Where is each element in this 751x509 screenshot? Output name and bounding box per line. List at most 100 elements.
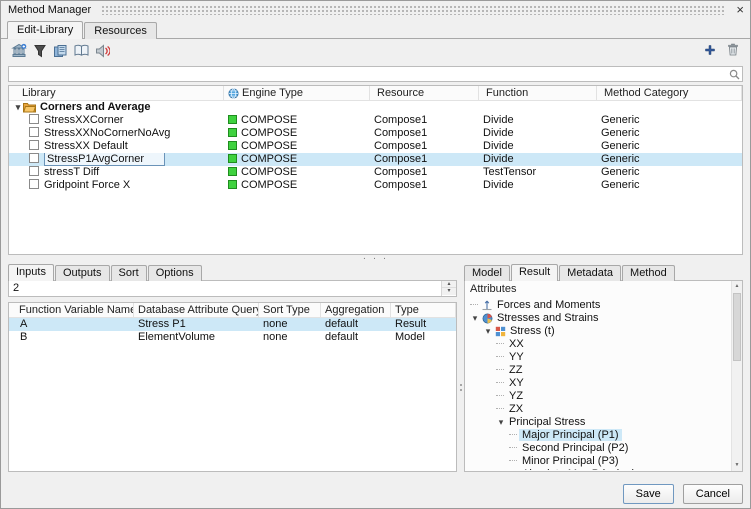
tree-item-label: Second Principal (P2) — [519, 442, 631, 454]
library-row[interactable]: Gridpoint Force XCOMPOSECompose1DivideGe… — [9, 179, 742, 192]
row-checkbox[interactable] — [29, 127, 39, 137]
tree-item[interactable]: XX — [467, 338, 729, 351]
spinner-up-button[interactable]: ▴ — [442, 281, 456, 288]
row-checkbox[interactable] — [29, 166, 39, 176]
tree-item[interactable]: YZ — [467, 390, 729, 403]
vertical-splitter[interactable] — [457, 302, 464, 472]
tab-resources[interactable]: Resources — [84, 22, 157, 39]
validate-icon — [95, 44, 110, 56]
expander-icon[interactable]: ▾ — [13, 101, 23, 114]
export-library-button[interactable] — [30, 44, 49, 62]
column-header-engine-type[interactable]: Engine Type — [224, 86, 370, 101]
tree-item[interactable]: ▾Stress (t) — [467, 325, 729, 338]
library-table-body: ▾ Corners and AverageStressXXCornerCOMPOS… — [9, 101, 742, 192]
validate-button[interactable] — [93, 44, 112, 62]
column-header-sort-type[interactable]: Sort Type — [259, 303, 321, 318]
row-checkbox[interactable] — [29, 153, 39, 163]
column-header-method-category[interactable]: Method Category — [597, 86, 742, 101]
add-library-icon — [11, 44, 27, 56]
tab-edit-library[interactable]: Edit-Library — [7, 21, 83, 39]
forces-icon — [480, 299, 494, 312]
tab-sort[interactable]: Sort — [111, 265, 147, 281]
column-header-function-variable-name[interactable]: Function Variable Name — [9, 303, 134, 318]
drag-grip[interactable] — [101, 5, 726, 15]
tree-item[interactable]: ▾Principal Stress — [467, 416, 729, 429]
variable-row[interactable]: AStress P1nonedefaultResult — [9, 318, 456, 331]
variables-table-body: AStress P1nonedefaultResultBElementVolum… — [9, 318, 456, 344]
tab-options[interactable]: Options — [148, 265, 202, 281]
tree-item[interactable]: Forces and Moments — [467, 299, 729, 312]
tab-model[interactable]: Model — [464, 265, 510, 281]
column-header-database-attribute-query[interactable]: Database Attribute Query — [134, 303, 259, 318]
sort-type: none — [259, 331, 321, 344]
expander-icon[interactable]: ▾ — [496, 416, 506, 429]
add-button[interactable] — [700, 43, 719, 61]
library-name: stressT Diff — [44, 166, 99, 178]
spinner-value[interactable]: 2 — [13, 282, 19, 294]
tree-item[interactable]: XY — [467, 377, 729, 390]
engine-compose-icon — [228, 115, 237, 124]
save-button[interactable]: Save — [623, 484, 674, 504]
tab-method[interactable]: Method — [622, 265, 675, 281]
method-category-value: Generic — [597, 127, 742, 140]
column-header-aggregation[interactable]: Aggregation — [321, 303, 391, 318]
row-checkbox[interactable] — [29, 179, 39, 189]
library-row[interactable]: StressXXCornerCOMPOSECompose1DivideGener… — [9, 114, 742, 127]
tree-item[interactable]: YY — [467, 351, 729, 364]
tab-metadata[interactable]: Metadata — [559, 265, 621, 281]
tab-inputs[interactable]: Inputs — [8, 264, 54, 281]
row-count-spinner: 2 ▴ ▾ — [8, 280, 457, 297]
row-checkbox[interactable] — [29, 140, 39, 150]
sort-type: none — [259, 318, 321, 331]
tree-connector — [509, 429, 517, 435]
resource-value: Compose1 — [370, 153, 479, 166]
library-table: LibraryEngine TypeResourceFunctionMethod… — [8, 85, 743, 255]
engine-compose-icon — [228, 180, 237, 189]
column-header-function[interactable]: Function — [479, 86, 597, 101]
scroll-down-button[interactable]: ▼ — [732, 460, 742, 471]
function-value: Divide — [479, 140, 597, 153]
add-library-button[interactable] — [9, 43, 28, 61]
expander-icon[interactable]: ▾ — [470, 312, 480, 325]
variable-name: B — [9, 331, 134, 344]
cancel-button[interactable]: Cancel — [683, 484, 743, 504]
search-input[interactable] — [11, 67, 726, 81]
tree-item[interactable]: Absolute Max Principal — [467, 468, 729, 470]
tree-item[interactable]: Second Principal (P2) — [467, 442, 729, 455]
horizontal-splitter[interactable]: · · · — [8, 256, 743, 263]
tree-item[interactable]: Minor Principal (P3) — [467, 455, 729, 468]
libraries-button[interactable] — [51, 44, 70, 62]
tree-item[interactable]: ZX — [467, 403, 729, 416]
variable-type: Result — [391, 318, 456, 331]
spinner-down-button[interactable]: ▾ — [442, 288, 456, 295]
tree-connector — [496, 390, 504, 396]
library-row[interactable]: StressXX DefaultCOMPOSECompose1DivideGen… — [9, 140, 742, 153]
variable-row[interactable]: BElementVolumenonedefaultModel — [9, 331, 456, 344]
scroll-up-button[interactable]: ▲ — [732, 281, 742, 292]
library-row[interactable]: StressXXNoCornerNoAvgCOMPOSECompose1Divi… — [9, 127, 742, 140]
tree-item[interactable]: ZZ — [467, 364, 729, 377]
library-row[interactable]: StressP1AvgCornerCOMPOSECompose1DivideGe… — [9, 153, 742, 166]
scroll-thumb[interactable] — [733, 293, 741, 361]
tab-outputs[interactable]: Outputs — [55, 265, 110, 281]
library-group-label: Corners and Average — [40, 101, 150, 113]
library-row[interactable]: stressT DiffCOMPOSECompose1TestTensorGen… — [9, 166, 742, 179]
open-library-button[interactable] — [72, 44, 91, 62]
delete-button[interactable] — [723, 43, 742, 61]
spinner-buttons: ▴ ▾ — [441, 281, 456, 296]
aggregation: default — [321, 318, 391, 331]
close-button[interactable]: × — [736, 2, 744, 17]
column-header-type[interactable]: Type — [391, 303, 456, 318]
attributes-scrollbar[interactable]: ▲ ▼ — [731, 281, 742, 471]
library-group-row[interactable]: ▾ Corners and Average — [9, 101, 742, 114]
column-header-resource[interactable]: Resource — [370, 86, 479, 101]
tree-item[interactable]: ▾Stresses and Strains — [467, 312, 729, 325]
tab-result[interactable]: Result — [511, 264, 558, 281]
top-tabs: Edit-LibraryResources — [7, 21, 158, 39]
engine-compose-icon — [228, 154, 237, 163]
tree-item[interactable]: Major Principal (P1) — [467, 429, 729, 442]
window-title: Method Manager — [8, 4, 91, 16]
column-header-library[interactable]: Library — [9, 86, 224, 101]
expander-icon[interactable]: ▾ — [483, 325, 493, 338]
row-checkbox[interactable] — [29, 114, 39, 124]
